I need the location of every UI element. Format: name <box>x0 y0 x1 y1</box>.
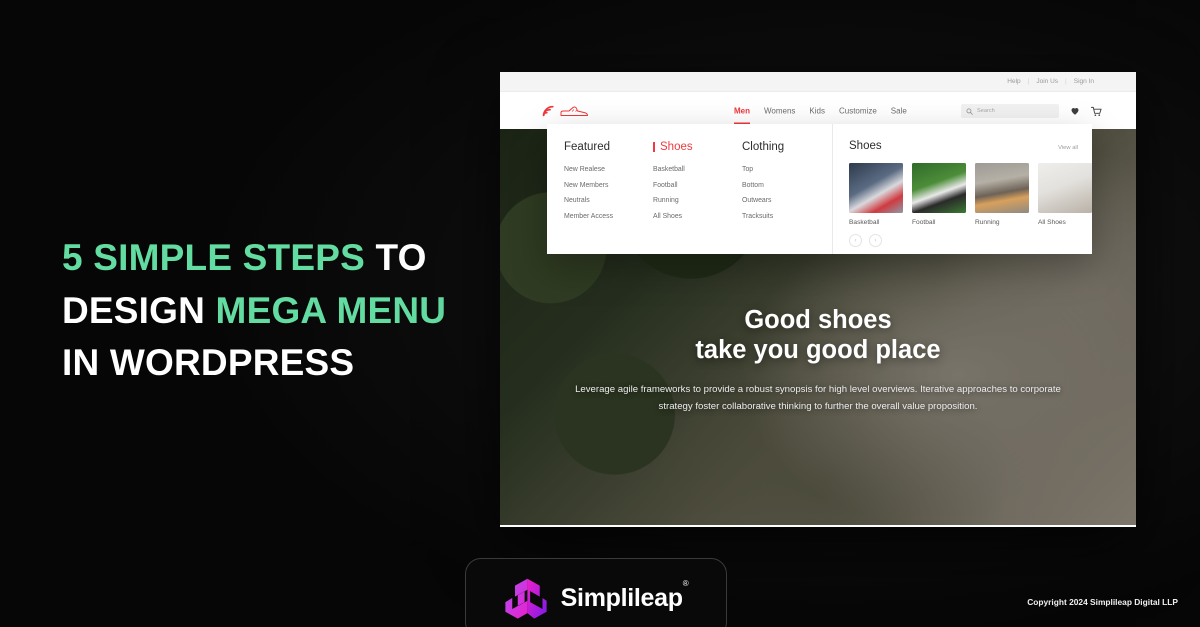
showcase-header: Shoes View all <box>849 140 1092 152</box>
mega-link-bottom[interactable]: Bottom <box>742 182 831 189</box>
mega-menu-panel: Featured New Realese New Members Neutral… <box>547 124 1092 254</box>
basketball-thumbnail-image <box>849 163 903 213</box>
sneaker-logo-icon <box>560 106 588 116</box>
headline-line-3: IN WORDPRESS <box>62 337 492 390</box>
poster-canvas: 5 SIMPLE STEPS TO DESIGN MEGA MENU IN WO… <box>0 0 1200 627</box>
search-placeholder: Search <box>977 108 995 114</box>
headline-line-2: DESIGN MEGA MENU <box>62 285 492 338</box>
mega-column-featured: Featured New Realese New Members Neutral… <box>564 141 653 254</box>
mega-column-clothing: Clothing Top Bottom Outwears Tracksuits <box>742 141 831 254</box>
view-all-link[interactable]: View all <box>1058 145 1078 151</box>
nav-item-kids[interactable]: Kids <box>809 107 825 116</box>
mega-link-tracksuits[interactable]: Tracksuits <box>742 213 831 220</box>
mega-column-title-shoes: Shoes <box>653 141 742 153</box>
footer-brand-card: Simplileap® <box>465 558 727 627</box>
utility-bar: Help | Join Us | Sign In <box>500 72 1136 92</box>
mega-link-member-access[interactable]: Member Access <box>564 213 653 220</box>
headline-plain-2: DESIGN <box>62 289 206 331</box>
tile-caption: Basketball <box>849 219 880 226</box>
brand-text: Simplileap <box>560 583 683 612</box>
nav-item-sale[interactable]: Sale <box>891 107 907 116</box>
mega-link-basketball[interactable]: Basketball <box>653 166 742 173</box>
headline-plain-3: IN WORDPRESS <box>62 342 355 384</box>
showcase-tile-all-shoes[interactable]: All Shoes <box>1038 163 1092 226</box>
page-title: 5 SIMPLE STEPS TO DESIGN MEGA MENU IN WO… <box>62 232 492 390</box>
headline-accent-2: MEGA MENU <box>215 289 447 331</box>
mega-column-title-featured: Featured <box>564 141 611 153</box>
mega-link-neutrals[interactable]: Neutrals <box>564 197 653 204</box>
nav-item-customize[interactable]: Customize <box>839 107 877 116</box>
football-thumbnail-image <box>912 163 966 213</box>
registered-mark: ® <box>682 579 689 589</box>
mega-link-top[interactable]: Top <box>742 166 831 173</box>
hero-text-block: Good shoes take you good place Leverage … <box>500 305 1136 415</box>
mega-menu-showcase: Shoes View all Basketball Football Runni… <box>832 124 1092 254</box>
copyright-text: Copyright 2024 Simplileap Digital LLP <box>1027 597 1178 607</box>
mega-column-title-clothing: Clothing <box>742 141 785 153</box>
carousel-controls: ‹ › <box>849 234 882 247</box>
tile-caption: All Shoes <box>1038 219 1066 226</box>
utility-link-join-us[interactable]: Join Us <box>1029 78 1065 85</box>
tile-caption: Football <box>912 219 936 226</box>
showcase-title: Shoes <box>849 140 882 152</box>
tile-caption: Running <box>975 219 1000 226</box>
simplileap-logo-icon <box>505 578 547 619</box>
mega-link-running[interactable]: Running <box>653 197 742 204</box>
nav-item-men[interactable]: Men <box>734 107 750 125</box>
showcase-tile-football[interactable]: Football <box>912 163 966 226</box>
mega-link-new-members[interactable]: New Members <box>564 182 653 189</box>
headline-accent-1: 5 SIMPLE STEPS <box>62 237 365 278</box>
carousel-prev-icon[interactable]: ‹ <box>849 234 862 247</box>
mega-link-football[interactable]: Football <box>653 182 742 189</box>
nav-item-womens[interactable]: Womens <box>764 107 795 116</box>
headline-line-1: 5 SIMPLE STEPS TO <box>62 232 492 285</box>
mega-link-new-realese[interactable]: New Realese <box>564 166 653 173</box>
mega-link-all-shoes[interactable]: All Shoes <box>653 213 742 220</box>
showcase-tile-running[interactable]: Running <box>975 163 1029 226</box>
showcase-tile-basketball[interactable]: Basketball <box>849 163 903 226</box>
mega-link-outwears[interactable]: Outwears <box>742 197 831 204</box>
utility-link-sign-in[interactable]: Sign In <box>1067 78 1101 85</box>
hero-title-line-1: Good shoes <box>744 306 892 334</box>
mega-column-shoes: Shoes Basketball Football Running All Sh… <box>653 141 742 254</box>
mega-menu-columns: Featured New Realese New Members Neutral… <box>547 124 832 254</box>
running-thumbnail-image <box>975 163 1029 213</box>
carousel-next-icon[interactable]: › <box>869 234 882 247</box>
hero-title: Good shoes take you good place <box>570 305 1066 365</box>
headline-plain-1: TO <box>375 237 427 278</box>
cart-icon[interactable] <box>1091 106 1102 117</box>
hero-title-line-2: take you good place <box>695 336 941 365</box>
nav-tools: Search <box>961 104 1102 118</box>
showcase-tiles: Basketball Football Running All Shoes <box>849 163 1092 226</box>
all-shoes-thumbnail-image <box>1038 163 1092 213</box>
signal-lines-icon <box>542 105 554 117</box>
site-logo[interactable] <box>542 104 589 119</box>
search-icon <box>966 107 973 115</box>
nav-links: Men Womens Kids Customize Sale <box>734 107 907 125</box>
wishlist-heart-icon[interactable] <box>1070 106 1080 116</box>
hero-paragraph: Leverage agile frameworks to provide a r… <box>575 384 1061 413</box>
search-input[interactable]: Search <box>961 104 1059 118</box>
utility-link-help[interactable]: Help <box>1000 78 1027 85</box>
footer-brand-name: Simplileap® <box>560 579 689 613</box>
